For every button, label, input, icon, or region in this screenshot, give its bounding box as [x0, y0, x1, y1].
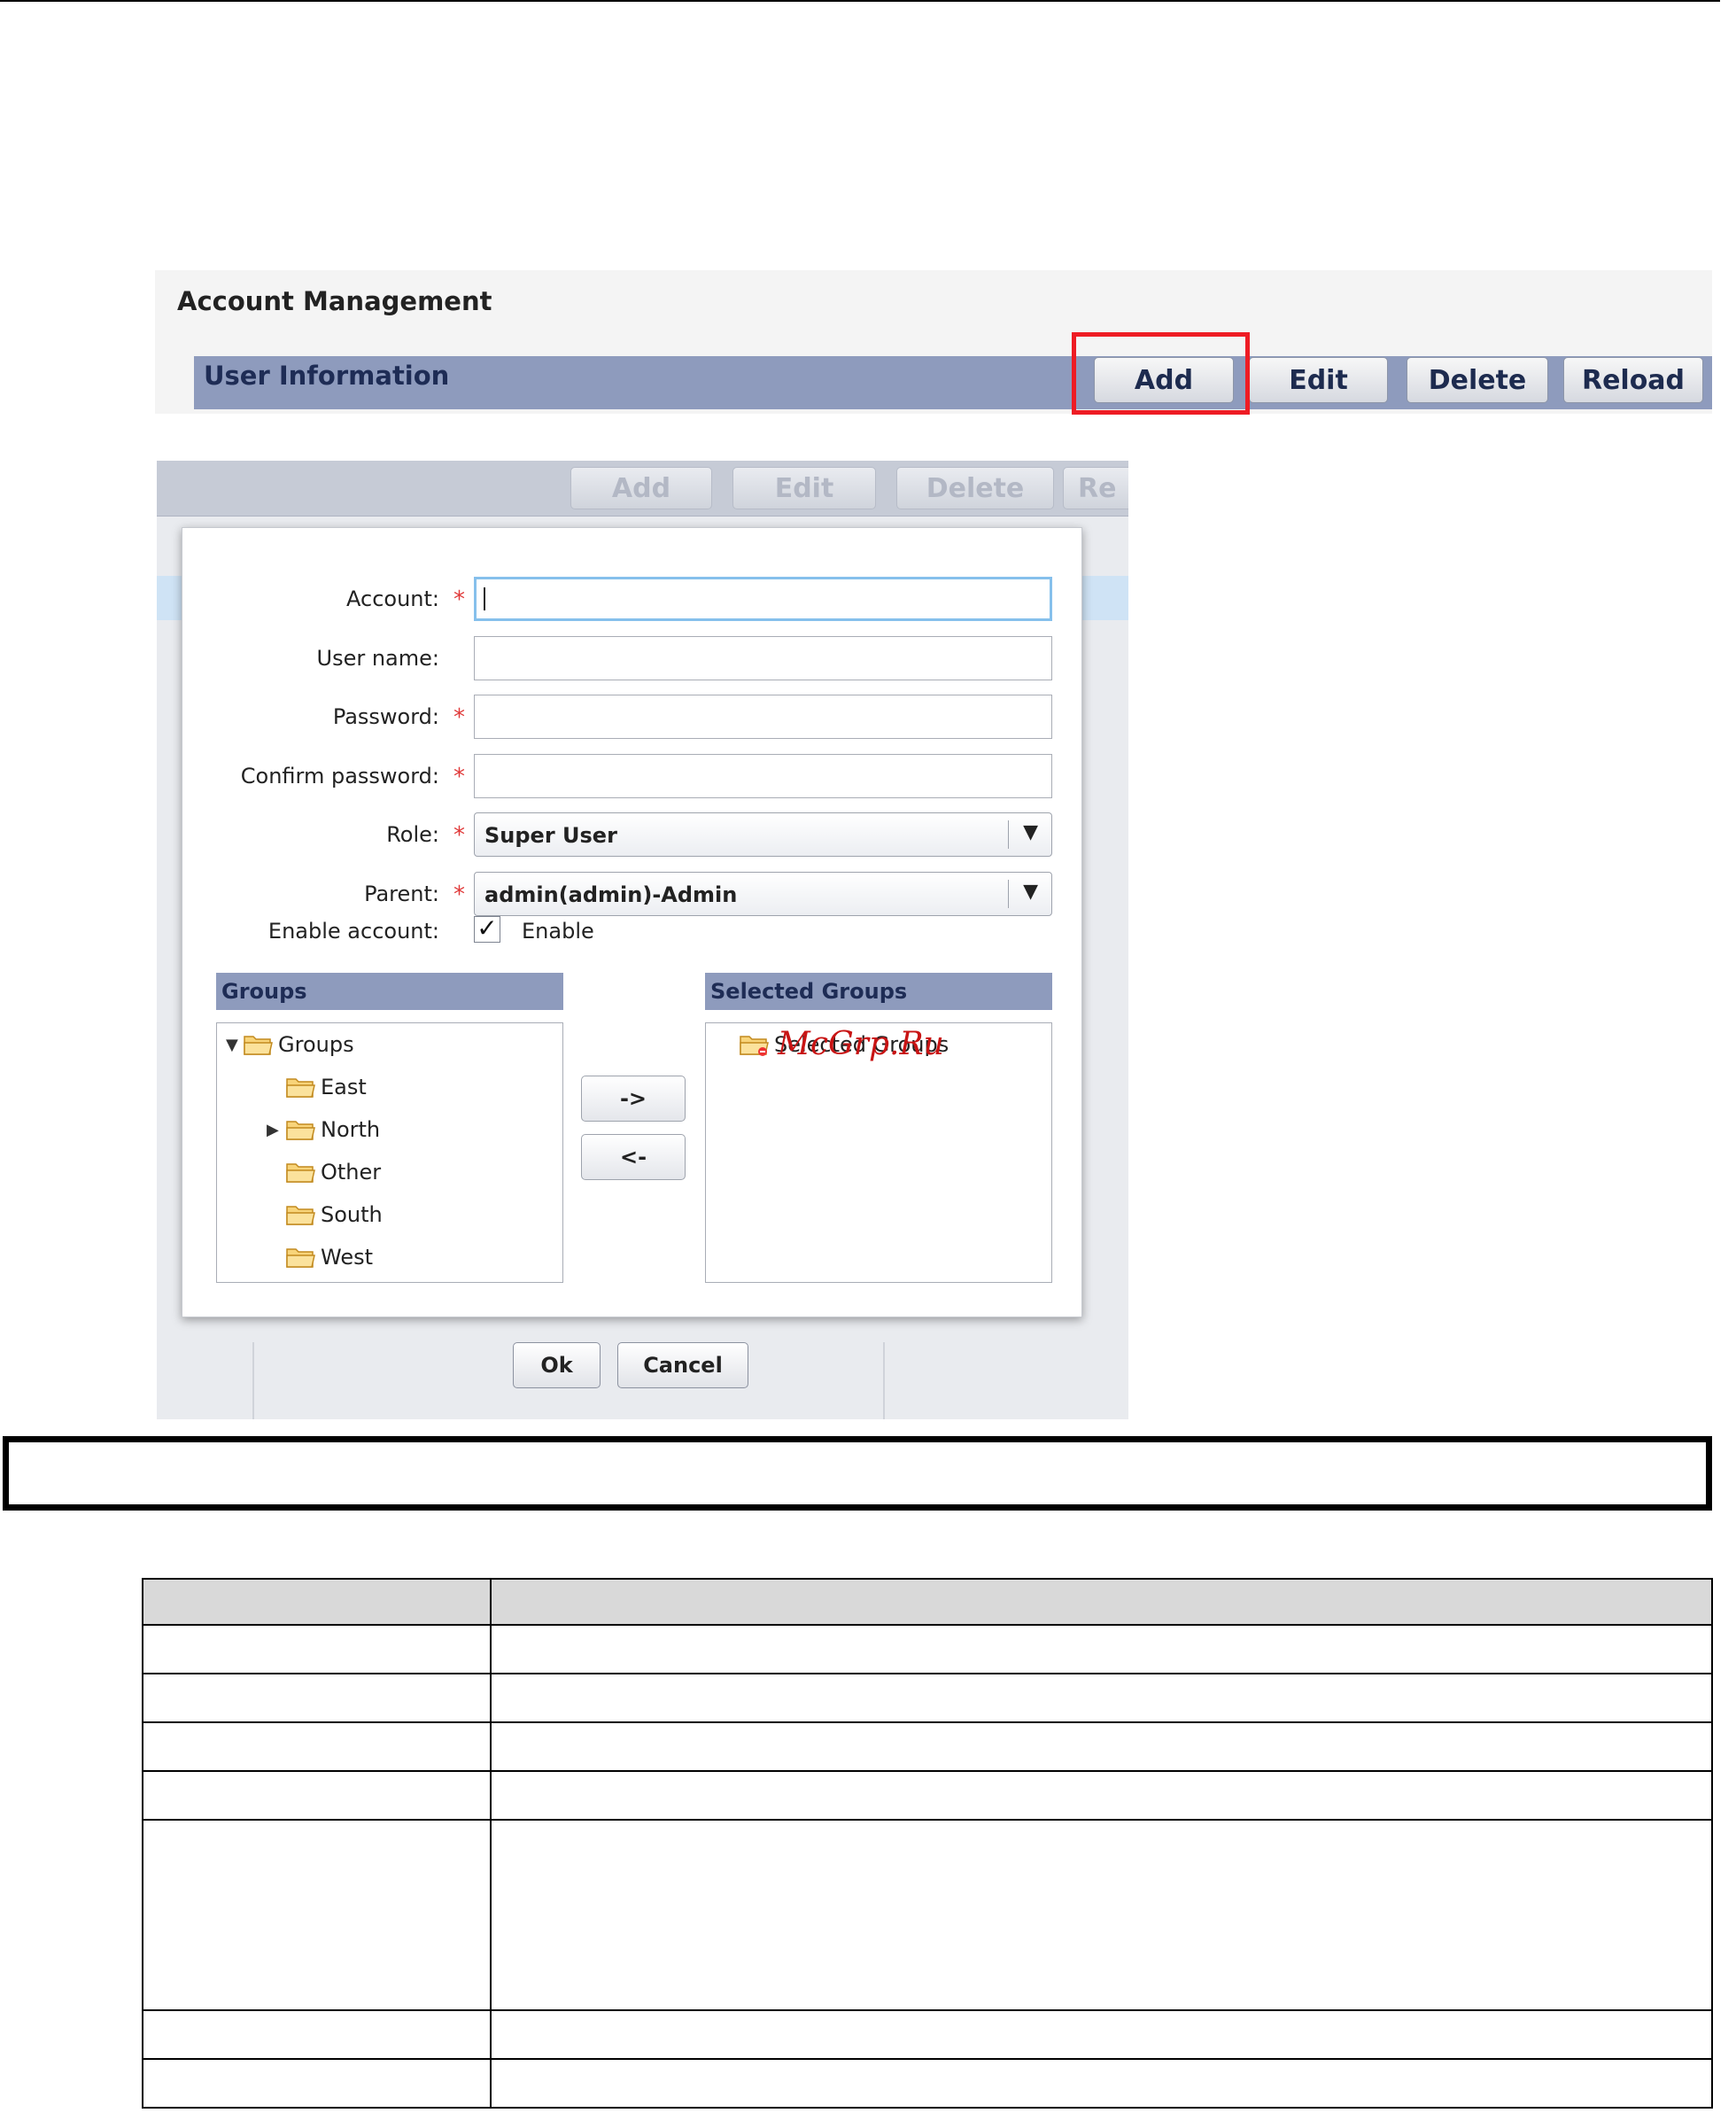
folder-icon	[286, 1247, 316, 1268]
table-cell	[490, 2058, 1713, 2109]
table-cell	[142, 2058, 492, 2109]
table-row	[142, 1673, 1713, 1723]
tree-item-label: Groups	[278, 1032, 354, 1057]
username-label: User name:	[316, 646, 439, 671]
password-input[interactable]	[474, 695, 1052, 739]
table-row	[142, 2058, 1713, 2109]
text-cursor	[484, 587, 485, 610]
table-cell	[142, 1721, 492, 1772]
page-title: Account Management	[177, 286, 492, 316]
folder-icon	[740, 1034, 770, 1056]
ok-button[interactable]: Ok	[513, 1342, 601, 1388]
add-button-highlight	[1072, 332, 1250, 415]
tree-item-west[interactable]: West	[286, 1245, 373, 1270]
description-table	[142, 1578, 1713, 2109]
add-user-dialog: Account: * User name: Password: * Confir…	[182, 527, 1082, 1317]
required-marker: *	[453, 587, 465, 613]
tree-item-label: West	[321, 1245, 374, 1270]
required-marker: *	[453, 764, 465, 790]
checkbox-icon[interactable]: ✓	[474, 916, 500, 943]
account-management-panel: Account Management User Information Add …	[155, 270, 1712, 414]
table-row	[142, 2009, 1713, 2060]
background-edit-button: Edit	[732, 467, 876, 509]
folder-icon	[286, 1076, 316, 1098]
select-separator	[1008, 820, 1009, 849]
watermark: McGrp.Ru	[778, 1026, 944, 1062]
table-cell	[490, 1673, 1713, 1723]
tree-item-groups[interactable]: ▼ Groups	[226, 1032, 354, 1057]
table-cell	[490, 1721, 1713, 1772]
edit-button[interactable]: Edit	[1249, 357, 1388, 403]
background-add-button: Add	[570, 467, 712, 509]
cancel-button[interactable]: Cancel	[617, 1342, 748, 1388]
folder-icon	[244, 1034, 274, 1055]
reload-button[interactable]: Reload	[1563, 357, 1703, 403]
table-header-row	[142, 1578, 1713, 1626]
table-cell	[142, 1819, 492, 2011]
selected-groups-header: Selected Groups	[705, 973, 1052, 1010]
table-cell	[142, 1673, 492, 1723]
expanded-icon[interactable]: ▼	[226, 1036, 244, 1054]
role-label: Role:	[386, 822, 439, 847]
enable-checkbox-label: Enable	[522, 919, 594, 944]
background-grid-line	[883, 1342, 885, 1419]
folder-icon	[286, 1161, 316, 1183]
table-row	[142, 1624, 1713, 1674]
dropdown-arrow-icon: ▼	[1023, 881, 1038, 903]
table-cell	[490, 1770, 1713, 1821]
top-rule	[0, 0, 1720, 2]
tree-item-label: Other	[321, 1160, 382, 1185]
select-separator	[1008, 880, 1009, 908]
required-marker: *	[453, 704, 465, 731]
collapsed-icon[interactable]: ▶	[267, 1121, 286, 1139]
table-row	[142, 1819, 1713, 2011]
background-reload-button: Re	[1063, 467, 1128, 509]
confirm-password-input[interactable]	[474, 754, 1052, 798]
parent-select[interactable]: admin(admin)-Admin ▼	[474, 872, 1052, 916]
move-left-button[interactable]: <-	[581, 1134, 686, 1180]
move-right-button[interactable]: ->	[581, 1076, 686, 1122]
required-marker: *	[453, 882, 465, 908]
table-row	[142, 1770, 1713, 1821]
tree-item-south[interactable]: South	[286, 1202, 383, 1227]
table-cell	[142, 1578, 492, 1626]
table-cell	[490, 1819, 1713, 2011]
groups-tree: ▼ Groups East ▶ North Other South West	[216, 1022, 563, 1283]
account-input[interactable]	[474, 577, 1052, 621]
parent-value: admin(admin)-Admin	[484, 882, 738, 907]
table-cell	[490, 1578, 1713, 1626]
required-marker: *	[453, 822, 465, 849]
parent-label: Parent:	[364, 882, 439, 906]
add-user-screenshot: Add Edit Delete Re Account: * User name:…	[157, 461, 1128, 1419]
tree-item-label: North	[321, 1117, 381, 1142]
background-delete-button: Delete	[896, 467, 1054, 509]
folder-icon	[286, 1119, 316, 1140]
password-label: Password:	[332, 704, 439, 729]
section-title: User Information	[204, 361, 450, 391]
delete-button[interactable]: Delete	[1407, 357, 1548, 403]
account-label: Account:	[346, 587, 439, 611]
enable-account-label: Enable account:	[267, 919, 439, 944]
section-heading-box	[3, 1436, 1712, 1511]
role-value: Super User	[484, 823, 617, 848]
tree-item-label: South	[321, 1202, 383, 1227]
dropdown-arrow-icon: ▼	[1023, 821, 1038, 843]
folder-icon	[286, 1204, 316, 1225]
username-input[interactable]	[474, 636, 1052, 680]
role-select[interactable]: Super User ▼	[474, 812, 1052, 857]
table-cell	[142, 1770, 492, 1821]
table-row	[142, 1721, 1713, 1772]
table-cell	[142, 1624, 492, 1674]
background-grid-line	[252, 1342, 254, 1419]
groups-header: Groups	[216, 973, 563, 1010]
tree-item-label: East	[321, 1075, 367, 1099]
tree-item-east[interactable]: East	[286, 1075, 367, 1099]
tree-item-other[interactable]: Other	[286, 1160, 381, 1185]
tree-item-north[interactable]: ▶ North	[267, 1117, 380, 1142]
table-cell	[490, 1624, 1713, 1674]
confirm-password-label: Confirm password:	[240, 764, 439, 788]
table-cell	[142, 2009, 492, 2060]
table-cell	[490, 2009, 1713, 2060]
